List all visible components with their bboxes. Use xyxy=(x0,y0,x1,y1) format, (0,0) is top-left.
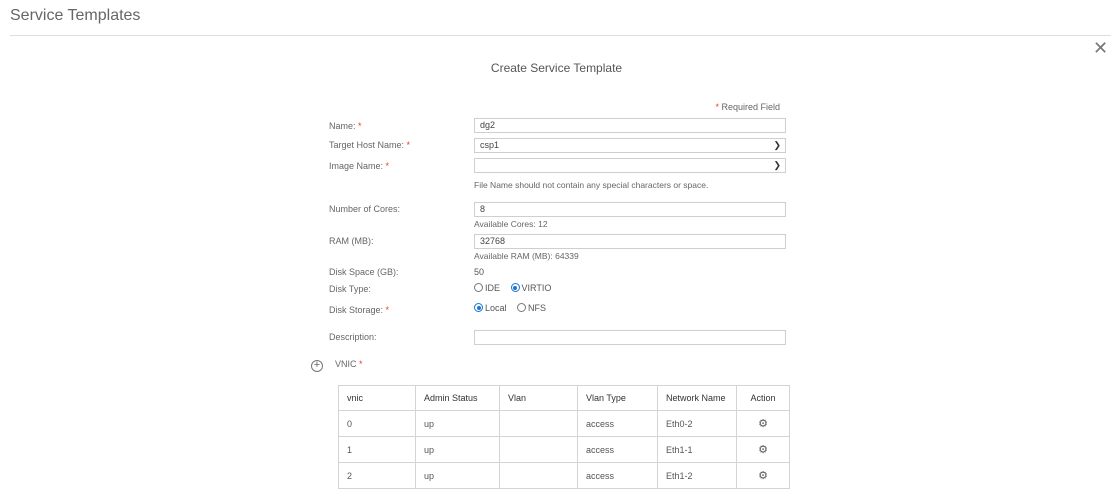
ram-hint: Available RAM (MB): 64339 xyxy=(474,251,579,261)
required-note-text: Required Field xyxy=(721,102,780,112)
column-header-action: Action xyxy=(736,385,790,411)
disk-storage-local-radio[interactable] xyxy=(474,303,483,312)
cell-action: ⚙ xyxy=(736,410,790,437)
disk-storage-local-label: Local xyxy=(485,303,507,313)
cell-vlan-type: access xyxy=(577,410,658,437)
required-field-note: * Required Field xyxy=(715,102,780,112)
gear-icon[interactable]: ⚙ xyxy=(758,470,768,482)
cell-network-name: Eth0-2 xyxy=(657,410,737,437)
disk-type-virtio-label: VIRTIO xyxy=(521,283,552,293)
vnic-table: vnic Admin Status Vlan Vlan Type Network… xyxy=(338,385,790,489)
cell-vnic: 1 xyxy=(338,436,416,463)
cell-vlan xyxy=(499,410,578,437)
disk-type-radio-group: IDE VIRTIO xyxy=(474,283,559,293)
cell-admin-status: up xyxy=(415,462,500,489)
close-icon[interactable]: ✕ xyxy=(1093,39,1108,57)
column-header-network-name: Network Name xyxy=(657,385,737,411)
dialog-title: Create Service Template xyxy=(490,61,623,75)
column-header-vlan-type: Vlan Type xyxy=(577,385,658,411)
image-name-label: Image Name: * xyxy=(329,161,390,171)
cell-admin-status: up xyxy=(415,410,500,437)
page-title: Service Templates xyxy=(10,7,141,24)
table-row: 1 up access Eth1-1 ⚙ xyxy=(338,436,790,463)
disk-space-label: Disk Space (GB): xyxy=(329,267,399,277)
cell-vlan-type: access xyxy=(577,462,658,489)
disk-type-virtio-radio[interactable] xyxy=(510,283,520,292)
cores-label: Number of Cores: xyxy=(329,204,401,214)
ram-input[interactable]: 32768 xyxy=(474,234,786,249)
disk-storage-label: Disk Storage: * xyxy=(329,305,390,315)
cell-action: ⚙ xyxy=(736,436,790,463)
cell-vnic: 2 xyxy=(338,462,416,489)
disk-type-label: Disk Type: xyxy=(329,284,371,294)
ram-label: RAM (MB): xyxy=(329,236,374,246)
plus-circle-icon[interactable]: + xyxy=(311,360,323,372)
column-header-vlan: Vlan xyxy=(499,385,578,411)
description-input[interactable] xyxy=(474,330,786,345)
cell-vlan-type: access xyxy=(577,436,658,463)
table-row: 0 up access Eth0-2 ⚙ xyxy=(338,410,790,437)
cores-hint: Available Cores: 12 xyxy=(474,219,548,229)
disk-storage-nfs-label: NFS xyxy=(528,303,547,313)
name-input[interactable]: dg2 xyxy=(474,118,786,133)
name-label: Name: * xyxy=(329,121,362,131)
gear-icon[interactable]: ⚙ xyxy=(758,444,768,456)
disk-type-ide-radio[interactable] xyxy=(474,283,483,292)
target-host-value: csp1 xyxy=(480,140,500,150)
image-name-hint: File Name should not contain any special… xyxy=(474,180,709,190)
cell-action: ⚙ xyxy=(736,462,790,489)
target-host-label: Target Host Name: * xyxy=(329,140,411,150)
cell-network-name: Eth1-2 xyxy=(657,462,737,489)
disk-storage-nfs-radio[interactable] xyxy=(517,303,527,312)
required-marker: * xyxy=(715,102,719,112)
image-name-select[interactable]: ❯ xyxy=(474,158,786,173)
gear-icon[interactable]: ⚙ xyxy=(758,418,768,430)
chevron-down-icon: ❯ xyxy=(773,160,781,170)
description-label: Description: xyxy=(329,332,377,342)
target-host-select[interactable]: csp1 ❯ xyxy=(474,138,786,153)
cell-vlan xyxy=(499,462,578,489)
disk-type-ide-label: IDE xyxy=(485,283,501,293)
cell-vnic: 0 xyxy=(338,410,416,437)
vnic-label: VNIC * xyxy=(335,359,363,369)
chevron-down-icon: ❯ xyxy=(773,140,781,150)
disk-space-value: 50 xyxy=(474,267,485,277)
title-divider xyxy=(10,35,1111,36)
disk-storage-radio-group: Local NFS xyxy=(474,303,554,313)
cell-vlan xyxy=(499,436,578,463)
column-header-admin-status: Admin Status xyxy=(415,385,500,411)
column-header-vnic: vnic xyxy=(338,385,416,411)
table-header-row: vnic Admin Status Vlan Vlan Type Network… xyxy=(338,385,790,411)
table-row: 2 up access Eth1-2 ⚙ xyxy=(338,462,790,489)
cores-input[interactable]: 8 xyxy=(474,202,786,217)
cell-network-name: Eth1-1 xyxy=(657,436,737,463)
cell-admin-status: up xyxy=(415,436,500,463)
